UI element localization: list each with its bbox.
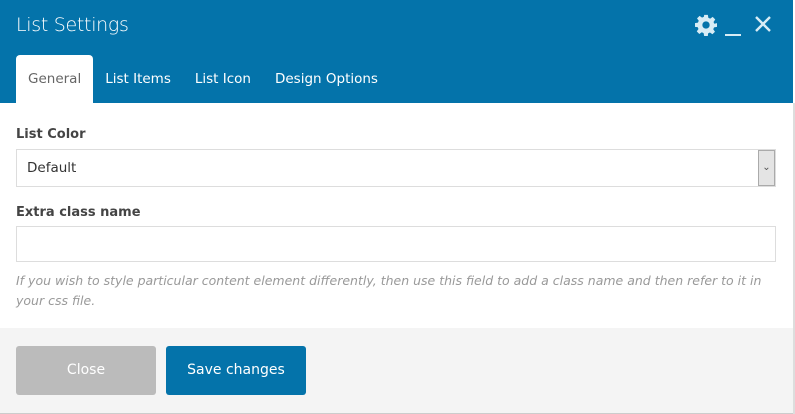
list-color-select[interactable]: Default ⌄ (16, 149, 776, 187)
list-color-label: List Color (16, 127, 86, 142)
dialog-footer: Close Save changes (0, 328, 793, 414)
chevron-down-icon[interactable]: ⌄ (758, 150, 775, 186)
list-color-value: Default (27, 160, 77, 176)
minimize-icon[interactable] (725, 34, 741, 36)
close-icon[interactable] (753, 14, 773, 41)
close-button[interactable]: Close (16, 346, 156, 395)
tab-bar: General List Items List Icon Design Opti… (16, 55, 390, 103)
save-changes-button[interactable]: Save changes (166, 346, 306, 395)
tab-general[interactable]: General (16, 55, 94, 103)
dialog-title: List Settings (16, 14, 129, 36)
dialog-header: List Settings General List Items List Ic… (0, 0, 793, 103)
extra-class-label: Extra class name (16, 205, 141, 220)
tab-design-options[interactable]: Design Options (263, 55, 390, 103)
extra-class-input[interactable] (16, 226, 776, 262)
tab-list-items[interactable]: List Items (93, 55, 183, 103)
tab-list-icon[interactable]: List Icon (183, 55, 263, 103)
extra-class-help: If you wish to style particular content … (16, 273, 762, 308)
gear-icon[interactable] (695, 14, 717, 43)
